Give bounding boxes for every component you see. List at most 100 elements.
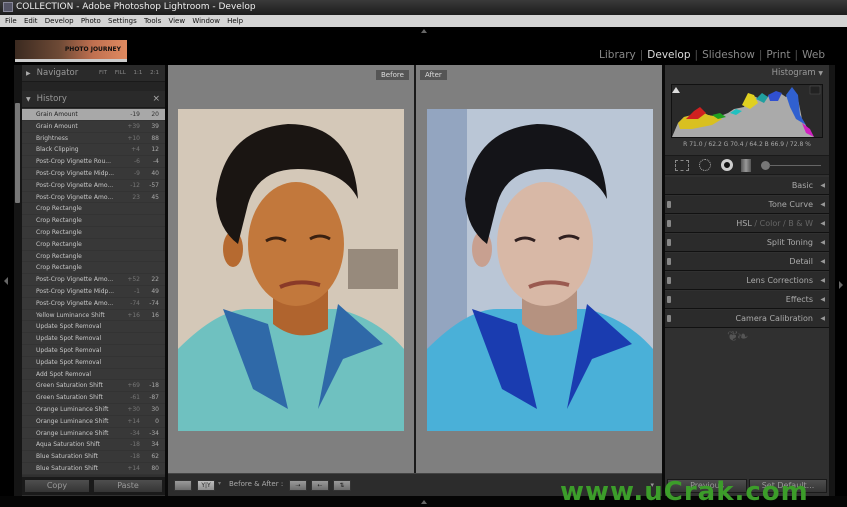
right-panel-toggle-icon[interactable] bbox=[839, 281, 843, 289]
panel-section-lens-corrections[interactable]: Lens Corrections ◀ bbox=[665, 272, 829, 290]
panel-section-hsl[interactable]: HSL / Color / B & W ◀ bbox=[665, 215, 829, 233]
panel-section-detail[interactable]: Detail ◀ bbox=[665, 253, 829, 271]
navigator-header[interactable]: ▶ Navigator FIT FILL 1:1 2:1 bbox=[22, 65, 165, 82]
history-item[interactable]: Post-Crop Vignette Midp... -9 40 bbox=[22, 167, 165, 180]
identity-plate-text: PHOTO JOURNEY bbox=[64, 46, 121, 53]
history-item[interactable]: Brightness +10 88 bbox=[22, 132, 165, 145]
panel-toggle-switch[interactable] bbox=[667, 220, 671, 227]
zoom-fit[interactable]: FIT bbox=[99, 70, 107, 76]
history-item[interactable]: Yellow Luminance Shift +16 16 bbox=[22, 309, 165, 322]
history-item[interactable]: Orange Luminance Shift -34 -34 bbox=[22, 427, 165, 440]
red-eye-tool-icon[interactable] bbox=[721, 159, 733, 171]
history-item[interactable]: Black Clipping +4 12 bbox=[22, 144, 165, 157]
zoom-2-1[interactable]: 2:1 bbox=[150, 70, 159, 76]
history-item[interactable]: Blue Saturation Shift -18 62 bbox=[22, 451, 165, 463]
panel-section-camera-calibration[interactable]: Camera Calibration ◀ bbox=[665, 310, 829, 328]
copy-button[interactable]: Copy bbox=[24, 479, 90, 493]
clear-history-icon[interactable]: × bbox=[152, 91, 160, 108]
history-item[interactable]: Green Saturation Shift -61 -87 bbox=[22, 392, 165, 404]
panel-gap bbox=[22, 82, 165, 91]
left-panel-toggle-icon[interactable] bbox=[4, 277, 8, 285]
history-item-label: Post-Crop Vignette Amo... bbox=[36, 193, 114, 201]
copy-after-to-before-button[interactable]: ⇠ bbox=[311, 480, 329, 491]
history-item-label: Blue Saturation Shift bbox=[36, 464, 99, 472]
history-item[interactable]: Update Spot Removal bbox=[22, 321, 165, 334]
copy-before-to-after-button[interactable]: ⇢ bbox=[289, 480, 307, 491]
bottom-panel-toggle-icon[interactable] bbox=[421, 500, 427, 504]
menu-view[interactable]: View bbox=[168, 15, 185, 27]
panel-toggle-switch[interactable] bbox=[667, 296, 671, 303]
module-web[interactable]: Web bbox=[802, 49, 825, 61]
menu-edit[interactable]: Edit bbox=[24, 15, 38, 27]
loupe-view-button[interactable] bbox=[174, 480, 192, 491]
history-item[interactable]: Grain Amount -19 20 bbox=[22, 109, 165, 121]
history-item[interactable]: Aqua Saturation Shift -18 34 bbox=[22, 439, 165, 452]
zoom-fill[interactable]: FILL bbox=[115, 70, 126, 76]
history-item[interactable]: Crop Rectangle bbox=[22, 250, 165, 263]
menu-window[interactable]: Window bbox=[192, 15, 220, 27]
brush-slider-track[interactable] bbox=[769, 165, 821, 166]
before-photo[interactable] bbox=[178, 109, 404, 431]
panel-section-tone-curve[interactable]: Tone Curve ◀ bbox=[665, 196, 829, 214]
swap-before-after-button[interactable]: ⇅ bbox=[333, 480, 351, 491]
history-item-label: Aqua Saturation Shift bbox=[36, 441, 101, 449]
history-item[interactable]: Crop Rectangle bbox=[22, 226, 165, 239]
menu-help[interactable]: Help bbox=[227, 15, 243, 27]
history-item[interactable]: Update Spot Removal bbox=[22, 356, 165, 369]
module-library[interactable]: Library bbox=[599, 49, 636, 61]
menu-develop[interactable]: Develop bbox=[45, 15, 74, 27]
scrollbar-thumb[interactable] bbox=[15, 103, 20, 203]
histogram-header[interactable]: Histogram ▼ bbox=[665, 65, 829, 82]
history-item[interactable]: Orange Luminance Shift +30 30 bbox=[22, 403, 165, 416]
graduated-filter-tool-icon[interactable] bbox=[741, 159, 751, 172]
module-print[interactable]: Print bbox=[766, 49, 790, 61]
menu-photo[interactable]: Photo bbox=[81, 15, 101, 27]
paste-button[interactable]: Paste bbox=[93, 479, 163, 493]
history-item[interactable]: Update Spot Removal bbox=[22, 344, 165, 357]
crop-overlay-tool-icon[interactable] bbox=[675, 160, 689, 171]
history-item[interactable]: Grain Amount +39 39 bbox=[22, 120, 165, 133]
panel-toggle-switch[interactable] bbox=[667, 315, 671, 322]
history-item[interactable]: Crop Rectangle bbox=[22, 203, 165, 216]
expand-arrow-icon: ◀ bbox=[820, 239, 825, 246]
panel-toggle-switch[interactable] bbox=[667, 239, 671, 246]
history-item-label: Post-Crop Vignette Amo... bbox=[36, 181, 114, 189]
history-item[interactable]: Post-Crop Vignette Amo... -74 -74 bbox=[22, 297, 165, 310]
module-develop[interactable]: Develop bbox=[647, 49, 690, 61]
menu-file[interactable]: File bbox=[5, 15, 17, 27]
before-after-view-button[interactable]: Y|Y bbox=[197, 480, 215, 491]
spot-removal-tool-icon[interactable] bbox=[699, 159, 711, 171]
panel-section-extra-label[interactable]: / Color / B & W bbox=[752, 219, 813, 228]
module-slideshow[interactable]: Slideshow bbox=[702, 49, 755, 61]
history-item-label: Crop Rectangle bbox=[36, 264, 82, 272]
panel-toggle-switch[interactable] bbox=[667, 277, 671, 284]
history-item[interactable]: Blue Saturation Shift +14 80 bbox=[22, 462, 165, 475]
panel-section-basic[interactable]: Basic ◀ bbox=[665, 177, 829, 195]
history-item[interactable]: Add Spot Removal bbox=[22, 368, 165, 381]
history-item-label: Update Spot Removal bbox=[36, 323, 102, 331]
panel-section-split-toning[interactable]: Split Toning ◀ bbox=[665, 234, 829, 252]
history-item[interactable]: Crop Rectangle bbox=[22, 238, 165, 251]
history-item[interactable]: Post-Crop Vignette Amo... +52 22 bbox=[22, 274, 165, 286]
history-item[interactable]: Update Spot Removal bbox=[22, 333, 165, 345]
after-photo[interactable] bbox=[427, 109, 653, 431]
zoom-1-1[interactable]: 1:1 bbox=[134, 70, 143, 76]
panel-toggle-switch[interactable] bbox=[667, 258, 671, 265]
history-header[interactable]: ▼ History × bbox=[22, 91, 165, 108]
top-panel-toggle-icon[interactable] bbox=[421, 29, 427, 33]
menu-settings[interactable]: Settings bbox=[108, 15, 137, 27]
panel-toggle-switch[interactable] bbox=[667, 201, 671, 208]
history-item-label: Post-Crop Vignette Amo... bbox=[36, 299, 114, 307]
history-item[interactable]: Green Saturation Shift +69 -18 bbox=[22, 380, 165, 393]
history-item[interactable]: Post-Crop Vignette Amo... 23 45 bbox=[22, 191, 165, 204]
view-mode-dropdown-icon[interactable]: ▾ bbox=[218, 480, 221, 487]
history-item[interactable]: Post-Crop Vignette Amo... -12 -57 bbox=[22, 179, 165, 192]
history-item[interactable]: Crop Rectangle bbox=[22, 262, 165, 275]
left-panel-scrollbar[interactable] bbox=[14, 65, 22, 507]
history-item[interactable]: Post-Crop Vignette Midp... -1 49 bbox=[22, 285, 165, 298]
history-item[interactable]: Crop Rectangle bbox=[22, 215, 165, 227]
panel-section-effects[interactable]: Effects ◀ bbox=[665, 291, 829, 309]
history-item[interactable]: Post-Crop Vignette Rou... -6 -4 bbox=[22, 156, 165, 168]
menu-tools[interactable]: Tools bbox=[144, 15, 161, 27]
history-item[interactable]: Orange Luminance Shift +14 0 bbox=[22, 415, 165, 428]
